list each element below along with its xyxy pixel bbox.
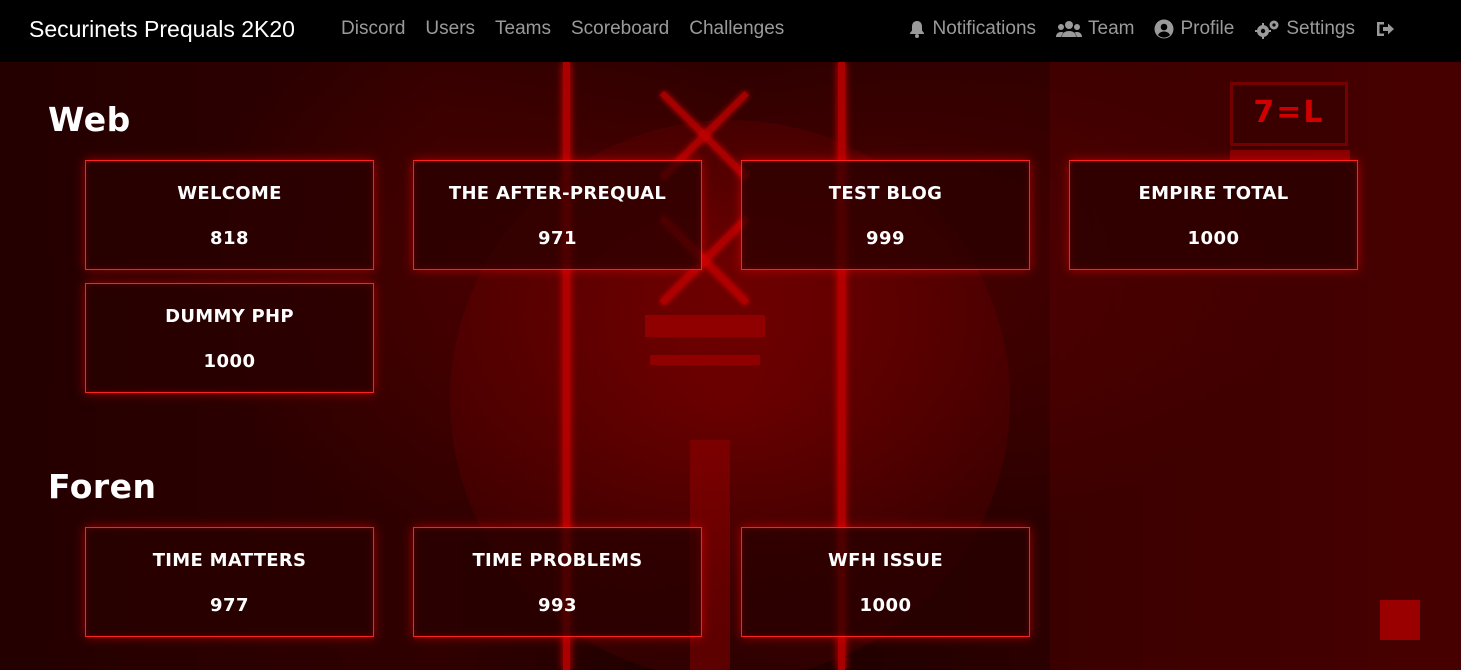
nav-notifications[interactable]: Notifications [907,17,1037,41]
challenge-points: 1000 [1187,228,1240,249]
nav-right: Notifications Team Profile Settings [887,17,1401,41]
users-icon [1056,19,1083,39]
challenge-card-dummy-php[interactable]: DUMMY PHP 1000 [85,283,374,393]
challenge-card-time-problems[interactable]: TIME PROBLEMS 993 [413,527,702,637]
challenge-name: WELCOME [177,183,282,204]
challenge-points: 1000 [859,595,912,616]
nav-notifications-label: Notifications [932,18,1037,39]
nav-settings[interactable]: Settings [1254,17,1355,41]
nav-team-label: Team [1088,18,1135,39]
challenge-card-welcome[interactable]: WELCOME 818 [85,160,374,270]
nav-links: Discord Users Teams Scoreboard Challenge… [341,17,804,41]
nav-profile-label: Profile [1180,18,1235,39]
logout-icon [1375,19,1395,39]
challenge-card-wfh-issue[interactable]: WFH ISSUE 1000 [741,527,1030,637]
nav-team[interactable]: Team [1056,17,1134,41]
category-title-web: Web [48,100,131,139]
site-brand[interactable]: Securinets Prequals 2K20 [29,15,295,43]
challenge-points: 993 [537,595,578,616]
nav-link-teams[interactable]: Teams [495,17,551,41]
challenge-name: EMPIRE TOTAL [1138,183,1289,204]
challenge-card-test-blog[interactable]: TEST BLOG 999 [741,160,1030,270]
category-title-foren: Foren [48,467,157,506]
challenge-points: 971 [537,228,578,249]
challenge-card-the-after-prequal[interactable]: THE AFTER-PREQUAL 971 [413,160,702,270]
challenge-points: 1000 [203,351,256,372]
challenges-board: Web WELCOME 818 THE AFTER-PREQUAL 971 TE… [0,62,1461,670]
gears-icon [1254,19,1280,39]
challenge-name: TIME PROBLEMS [472,550,643,571]
challenge-points: 999 [865,228,906,249]
challenge-points: 818 [209,228,250,249]
nav-logout[interactable] [1375,19,1401,39]
top-navbar: Securinets Prequals 2K20 Discord Users T… [0,0,1461,62]
user-circle-icon [1154,19,1174,39]
challenge-name: WFH ISSUE [828,550,943,571]
nav-settings-label: Settings [1286,18,1355,39]
challenge-name: TIME MATTERS [152,550,307,571]
bell-icon [907,19,927,39]
nav-link-users[interactable]: Users [425,17,475,41]
nav-link-discord[interactable]: Discord [341,17,405,41]
challenge-card-time-matters[interactable]: TIME MATTERS 977 [85,527,374,637]
challenge-name: TEST BLOG [828,183,943,204]
nav-profile[interactable]: Profile [1154,17,1234,41]
challenge-points: 977 [209,595,250,616]
nav-link-challenges[interactable]: Challenges [689,17,784,41]
nav-link-scoreboard[interactable]: Scoreboard [571,17,669,41]
challenge-card-empire-total[interactable]: EMPIRE TOTAL 1000 [1069,160,1358,270]
challenge-name: THE AFTER-PREQUAL [448,183,667,204]
challenge-name: DUMMY PHP [165,306,294,327]
